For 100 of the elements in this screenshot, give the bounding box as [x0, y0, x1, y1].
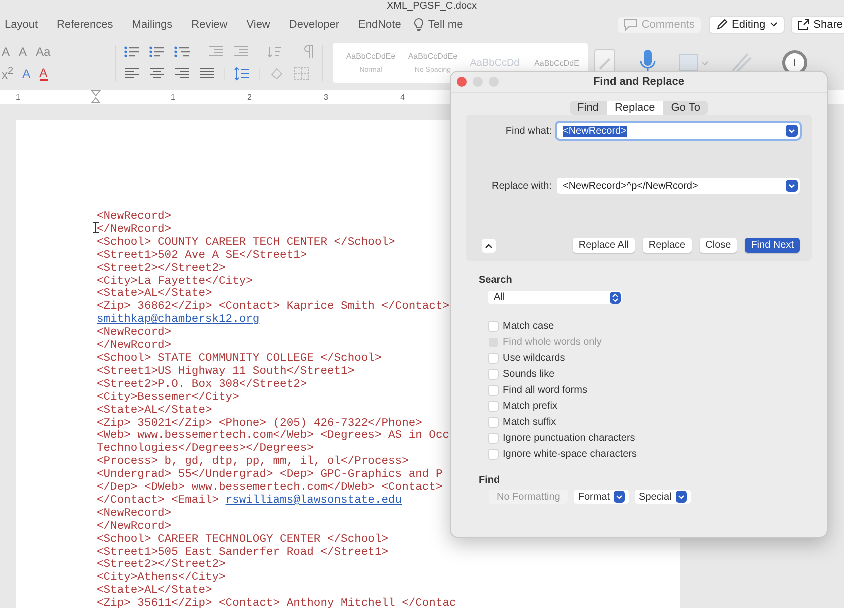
chevron-up-icon [485, 242, 493, 248]
checkbox[interactable] [489, 418, 498, 427]
ribbon-tab[interactable]: Review [192, 19, 228, 31]
option-label: Match prefix [503, 401, 558, 412]
code-line: <Zip> 36862</Zip> <Contact> Kaprice Smith </Contact> [97, 301, 450, 314]
lightbulb-icon [414, 18, 424, 32]
option-label: Sounds like [503, 369, 555, 380]
dropdown-icon[interactable] [786, 125, 798, 137]
style-sample: AaBbCcDdEe [408, 52, 458, 61]
style-sample: AaBbCcDdEe [346, 52, 396, 61]
justify-icon[interactable] [199, 67, 215, 81]
replace-with-field[interactable]: <NewRecord>^p</NewRcord> [557, 178, 800, 194]
share-button[interactable]: Share [790, 16, 844, 34]
option-label: Find whole words only [503, 337, 602, 348]
dropdown-icon[interactable] [786, 180, 798, 192]
dialog-button[interactable]: Find Next [745, 238, 800, 253]
checkbox[interactable] [489, 386, 498, 395]
checkbox[interactable] [489, 402, 498, 411]
option-label: Find all word forms [503, 385, 588, 396]
ruler-number: 4 [400, 92, 406, 102]
email-link[interactable]: rswilliams@lawsonstate.edu [226, 494, 402, 507]
dialog-button[interactable]: Replace All [572, 238, 635, 253]
align-right-icon[interactable] [174, 67, 190, 81]
ruler-number: 3 [324, 92, 330, 102]
collapse-button[interactable] [482, 238, 496, 252]
sort-icon[interactable] [267, 45, 283, 59]
popup-button[interactable]: Format [574, 490, 630, 504]
code-line: <NewRecord> [97, 327, 172, 340]
indent-marker-icon[interactable] [91, 90, 101, 104]
dialog-title: Find and Replace [593, 76, 685, 88]
code-line: <NewRecord> [97, 211, 172, 224]
checkbox[interactable] [489, 450, 498, 459]
caret-icon [770, 22, 778, 28]
borders-icon[interactable] [294, 67, 310, 81]
document-title: XML_PGSF_C.docx [386, 1, 478, 12]
ribbon-tab[interactable]: Mailings [132, 19, 173, 31]
code-line: </Dep> <DWeb> www.bessemertech.com</DWeb> <Contact> [97, 482, 443, 494]
share-icon [798, 19, 810, 31]
ribbon-tab[interactable]: References [57, 19, 114, 31]
editing-button[interactable]: Editing [709, 16, 785, 34]
code-line: <Zip> 35021</Zip> <Phone> (205) 426-7322</Phone> [97, 418, 422, 430]
option-label: Ignore punctuation characters [503, 433, 636, 444]
code-line: <School> COUNTY CAREER TECH CENTER </School> [97, 236, 396, 250]
style-sample: AaBbCcDdE [534, 58, 580, 68]
search-scope-select[interactable]: All [488, 291, 622, 304]
shading-icon[interactable] [269, 67, 285, 81]
pencil-icon [716, 19, 728, 31]
dialog-tab[interactable]: Go To [663, 101, 708, 115]
code-line: <Street2>P.O. Box 308</Street2> [97, 378, 308, 392]
dialog-tab[interactable]: Find [570, 101, 607, 115]
bullets-icon[interactable] [124, 45, 140, 59]
dialog-button[interactable]: Close [700, 238, 738, 253]
code-line: <State>AL</State> [97, 404, 212, 418]
ribbon-tab[interactable]: Layout [5, 19, 38, 31]
checkbox[interactable] [489, 354, 498, 363]
code-line: Technologies</Degrees></Degrees> [97, 443, 314, 456]
checkbox[interactable] [489, 370, 498, 379]
document-icon[interactable] [678, 53, 708, 73]
code-line: <School> STATE COMMUNITY COLLEGE </School> [97, 352, 382, 366]
align-left-icon[interactable] [124, 67, 140, 81]
indent-icon[interactable] [233, 45, 249, 59]
multilevel-icon[interactable] [174, 45, 190, 59]
numbering-icon[interactable] [149, 45, 165, 59]
code-line: </NewRcord> [97, 520, 172, 534]
code-line: <Web> www.bessemertech.com</Web> <Degrees> AS in Occ [97, 430, 450, 442]
tell-me-field[interactable]: Tell me [428, 19, 464, 31]
comment-icon [624, 19, 638, 31]
code-line: </NewRcord> [97, 224, 172, 236]
email-link[interactable]: smithkap@chambersk12.org [97, 314, 260, 326]
code-line: <School> CAREER TECHNOLOGY CENTER </School> [97, 534, 389, 546]
ribbon-tab[interactable]: Developer [289, 19, 340, 31]
outdent-icon[interactable] [208, 45, 224, 59]
code-line: <Process> b, gd, dtp, pp, mm, il, ol</Process> [97, 456, 409, 468]
dropdown-icon [676, 491, 687, 503]
popup-button[interactable]: Special [635, 490, 691, 504]
code-line: </NewRcord> [97, 340, 172, 352]
search-heading: Search [479, 275, 512, 286]
replace-with-label: Replace with: [490, 180, 552, 192]
align-center-icon[interactable] [149, 67, 165, 81]
code-line: <City>Bessemer</City> [97, 392, 240, 404]
code-line: <State>AL</State> [97, 585, 212, 598]
code-line: <Street2></Street2> [97, 559, 226, 572]
ribbon-tab[interactable]: View [246, 19, 270, 31]
dialog-button[interactable]: Replace [642, 238, 692, 253]
dropdown-icon [614, 491, 626, 503]
close-window-button[interactable] [457, 77, 467, 87]
find-what-field[interactable]: <NewRecord> [557, 123, 800, 139]
stepper-icon [610, 292, 621, 304]
code-line: <State>AL</State> [97, 288, 212, 300]
dialog-tab[interactable]: Replace [606, 101, 664, 115]
ruler-number: 2 [248, 92, 253, 102]
format-tool[interactable]: A [40, 67, 48, 81]
checkbox[interactable] [489, 434, 498, 443]
checkbox[interactable] [489, 322, 498, 331]
format-tool[interactable]: A [22, 67, 31, 81]
spacing-icon[interactable] [234, 67, 250, 81]
find-heading: Find [479, 475, 500, 486]
code-line: <Street1>505 East Sanderfer Road </Street1> [97, 546, 389, 559]
ribbon-tab[interactable]: EndNote [358, 19, 402, 31]
code-line: <Undergrad> 55</Undergrad> <Dep> GPC-Graphics and P [97, 469, 443, 482]
